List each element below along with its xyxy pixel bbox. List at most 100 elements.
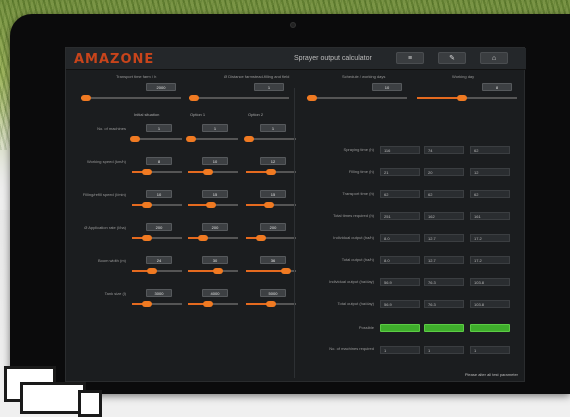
- result-row-label: Filling time (h): [348, 169, 374, 174]
- top-param-label: Transport time farm / h: [116, 74, 157, 79]
- possible-indicator: [424, 324, 464, 332]
- input-value[interactable]: 36: [260, 256, 286, 264]
- input-slider[interactable]: [130, 136, 182, 142]
- machines-required-value: 1: [424, 346, 464, 354]
- input-slider[interactable]: [246, 235, 296, 241]
- input-value[interactable]: 5000: [260, 289, 286, 297]
- amazone-logo: AMAZONE: [74, 52, 155, 67]
- input-value[interactable]: 3000: [146, 289, 172, 297]
- input-value[interactable]: 1: [202, 124, 228, 132]
- top-param-value[interactable]: 2000: [146, 83, 176, 91]
- input-slider[interactable]: [132, 301, 182, 307]
- input-slider[interactable]: [188, 301, 238, 307]
- top-param-slider[interactable]: [307, 95, 407, 101]
- result-value: 62: [380, 190, 420, 198]
- result-row-label: Individual output (ha/day): [329, 279, 374, 284]
- top-param-value[interactable]: 10: [372, 83, 402, 91]
- input-value[interactable]: 10: [202, 157, 228, 165]
- result-row-label: Transport time (h): [342, 191, 374, 196]
- input-value[interactable]: 1: [146, 124, 172, 132]
- machines-required-label: No. of machines required: [329, 346, 374, 351]
- result-row-label: Individual output (ha/h): [333, 235, 374, 240]
- slider-handle[interactable]: [142, 169, 152, 175]
- input-slider[interactable]: [246, 169, 296, 175]
- top-param-slider[interactable]: [81, 95, 181, 101]
- slider-handle[interactable]: [244, 136, 254, 142]
- edit-button[interactable]: ✎: [438, 52, 466, 64]
- result-value: 162: [424, 212, 464, 220]
- input-slider[interactable]: [246, 301, 296, 307]
- slider-handle[interactable]: [186, 136, 196, 142]
- top-param-value[interactable]: 8: [482, 83, 512, 91]
- result-value: 12.7: [424, 256, 464, 264]
- slider-handle[interactable]: [256, 235, 266, 241]
- input-row-label: Boom width (m): [97, 258, 126, 263]
- slider-handle[interactable]: [198, 235, 208, 241]
- input-value[interactable]: 30: [202, 256, 228, 264]
- slider-handle[interactable]: [206, 202, 216, 208]
- app-screen: AMAZONE Sprayer output calculator ≡ ✎ ⌂ …: [65, 47, 526, 382]
- result-row-label: Spraying time (h): [343, 147, 374, 152]
- slider-handle[interactable]: [142, 235, 152, 241]
- home-button[interactable]: ⌂: [480, 52, 508, 64]
- slider-handle[interactable]: [142, 301, 152, 307]
- result-value: 12: [470, 168, 510, 176]
- slider-handle[interactable]: [81, 95, 91, 101]
- result-value: 8.0: [380, 234, 420, 242]
- result-value: 103.8: [470, 278, 510, 286]
- input-value[interactable]: 24: [146, 256, 172, 264]
- input-value[interactable]: 200: [146, 223, 172, 231]
- input-value[interactable]: 10: [146, 190, 172, 198]
- top-param-label: Ø Distance farmstead-filling and field: [224, 74, 290, 79]
- input-slider[interactable]: [246, 202, 296, 208]
- input-slider[interactable]: [132, 268, 182, 274]
- result-row-label: Total output (ha/day): [337, 301, 374, 306]
- result-value: 251: [380, 212, 420, 220]
- top-param-label: Working day: [452, 74, 475, 79]
- input-slider[interactable]: [132, 235, 182, 241]
- result-value: 62: [470, 146, 510, 154]
- input-slider[interactable]: [188, 268, 238, 274]
- result-value: 62: [470, 190, 510, 198]
- slider-handle[interactable]: [203, 301, 213, 307]
- input-slider[interactable]: [186, 136, 238, 142]
- slider-handle[interactable]: [266, 301, 276, 307]
- slider-handle[interactable]: [130, 136, 140, 142]
- slider-handle[interactable]: [147, 268, 157, 274]
- result-value: 74: [424, 146, 464, 154]
- input-value[interactable]: 4000: [202, 289, 228, 297]
- input-slider[interactable]: [188, 235, 238, 241]
- result-value: 103.8: [470, 300, 510, 308]
- slider-handle[interactable]: [213, 268, 223, 274]
- input-value[interactable]: 15: [260, 190, 286, 198]
- input-slider[interactable]: [188, 169, 238, 175]
- top-param-slider[interactable]: [189, 95, 289, 101]
- input-slider[interactable]: [244, 136, 296, 142]
- camera-icon: [290, 22, 296, 28]
- menu-button[interactable]: ≡: [396, 52, 424, 64]
- result-value: 56.9: [380, 300, 420, 308]
- input-value[interactable]: 200: [202, 223, 228, 231]
- result-value: 161: [470, 212, 510, 220]
- slider-handle[interactable]: [457, 95, 467, 101]
- slider-handle[interactable]: [307, 95, 317, 101]
- input-slider[interactable]: [188, 202, 238, 208]
- input-slider[interactable]: [132, 202, 182, 208]
- slider-handle[interactable]: [266, 169, 276, 175]
- slider-handle[interactable]: [203, 169, 213, 175]
- slider-handle[interactable]: [264, 202, 274, 208]
- input-slider[interactable]: [246, 268, 296, 274]
- slider-handle[interactable]: [142, 202, 152, 208]
- slider-handle[interactable]: [281, 268, 291, 274]
- top-param-slider[interactable]: [417, 95, 517, 101]
- input-value[interactable]: 12: [260, 157, 286, 165]
- top-param-value[interactable]: 1: [254, 83, 284, 91]
- input-slider[interactable]: [132, 169, 182, 175]
- slider-handle[interactable]: [189, 95, 199, 101]
- input-value[interactable]: 1: [260, 124, 286, 132]
- input-value[interactable]: 15: [202, 190, 228, 198]
- input-value[interactable]: 8: [146, 157, 172, 165]
- input-value[interactable]: 200: [260, 223, 286, 231]
- devices-icon: [0, 352, 110, 417]
- app-header: AMAZONE Sprayer output calculator ≡ ✎ ⌂: [66, 48, 526, 70]
